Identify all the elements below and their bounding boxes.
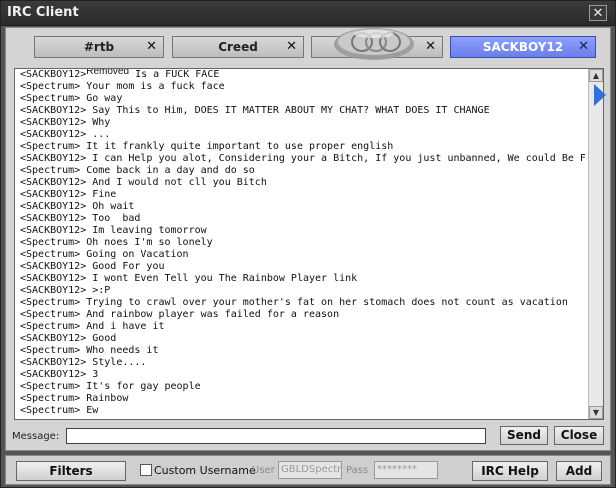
custom-username-label: Custom Username [154,464,256,477]
chat-line: <Spectrum> Your mom is a fuck face [20,81,225,92]
chat-line: <SACKBOY12> Too bad [20,213,141,224]
chat-line: <Spectrum> Who needs it [20,345,159,356]
chat-line: <SACKBOY12> 3 [20,369,99,380]
bottom-bar: Filters Custom Username User GBLDSpectr … [5,455,611,485]
chat-line: <SACKBOY12> ... [20,129,111,140]
chat-log[interactable]: <SACKBOY12>Removed Is a FUCK FACE <Spectr… [14,68,604,420]
irc-help-button[interactable]: IRC Help [472,461,548,481]
add-button[interactable]: Add [556,461,602,481]
chat-line: <Spectrum> Go way [20,93,123,104]
chat-line: <Spectrum> Going on Vacation [20,249,189,260]
chat-line: <SACKBOY12>Removed Is a FUCK FACE [20,69,586,81]
message-label: Message: [12,431,60,442]
chat-line: <SACKBOY12> Why [20,117,111,128]
tab-label: #rtb [83,40,115,54]
window-close-button[interactable]: ✕ [589,5,607,21]
chat-line: <SACKBOY12> Style.... [20,357,147,368]
tab-rtb[interactable]: #rtb ✕ [34,36,164,58]
tab-close-icon[interactable]: ✕ [578,37,589,57]
message-row: Message: Send Close [12,426,608,446]
chat-lines: <SACKBOY12>Removed Is a FUCK FACE <Spectr… [20,69,586,417]
tab-close-icon[interactable]: ✕ [286,37,297,57]
chat-line: <SACKBOY12> Good [20,333,117,344]
chat-line: <SACKBOY12> Fine [20,189,117,200]
tab-label: Creed [218,40,258,54]
title-bar[interactable]: IRC Client ✕ [1,1,615,26]
chat-scrollbar[interactable]: ▲ ▼ [588,69,603,419]
chat-line: <Spectrum> Trying to crawl over your mot… [20,297,568,308]
chat-line: <Spectrum> And i have it [20,321,165,332]
chat-line-nick: <SACKBOY12> [20,69,87,80]
logo-swirl-icon [334,28,414,60]
tab-close-icon[interactable]: ✕ [425,37,436,57]
filters-button[interactable]: Filters [16,461,126,481]
user-label: User [252,465,275,476]
chat-line: <SACKBOY12> Good For you [20,261,165,272]
pass-field[interactable]: ******** [374,461,438,479]
chat-line: <Spectrum> It's for gay people [20,381,201,392]
chat-line: <SACKBOY12> I wont Even Tell you The Rai… [20,273,358,284]
chat-line: <Spectrum> Come back in a day and do so [20,165,255,176]
chat-line: <SACKBOY12> Oh wait [20,201,135,212]
chat-line: <SACKBOY12> I can Help you alot, Conside… [20,153,586,164]
chat-line: <Spectrum> Ew [20,405,99,416]
scroll-down-icon[interactable]: ▼ [589,406,603,419]
tab-label: SACKBOY12 [482,40,564,54]
chat-line: <Spectrum> Oh noes I'm so lonely [20,237,213,248]
tab-sackboy12[interactable]: SACKBOY12 ✕ [450,36,596,58]
message-input[interactable] [66,428,486,444]
tab-close-icon[interactable]: ✕ [146,37,157,57]
chat-line: <Spectrum> It it frankly quite important… [20,141,394,152]
chat-line: <Spectrum> Rainbow [20,393,129,404]
tab-creed[interactable]: Creed ✕ [172,36,304,58]
scroll-marker-icon [594,84,606,106]
channel-tabs: #rtb ✕ Creed ✕ ✕ SACKBOY12 ✕ [34,36,604,62]
user-field[interactable]: GBLDSpectr [278,461,342,479]
irc-client-window: IRC Client ✕ #rtb ✕ Creed ✕ ✕ SACKBOY12 … [0,0,616,488]
custom-username-checkbox[interactable] [140,464,152,476]
chat-line-text: Is a FUCK FACE [129,69,220,80]
window-title: IRC Client [7,5,79,20]
main-panel: #rtb ✕ Creed ✕ ✕ SACKBOY12 ✕ <SACKBOY12>… [5,27,611,451]
scroll-up-icon[interactable]: ▲ [589,69,603,82]
close-button[interactable]: Close [554,426,604,445]
send-button[interactable]: Send [500,426,548,445]
chat-line: <SACKBOY12> >:P [20,285,111,296]
chat-line: <Spectrum> And rainbow player was failed… [20,309,340,320]
redacted-overlay: Removed [86,69,130,77]
chat-line: <SACKBOY12> And I would not cll you Bitc… [20,177,267,188]
pass-label: Pass [346,465,369,476]
chat-line: <SACKBOY12> Say This to Him, DOES IT MAT… [20,105,490,116]
chat-line: <SACKBOY12> Im leaving tomorrow [20,225,207,236]
